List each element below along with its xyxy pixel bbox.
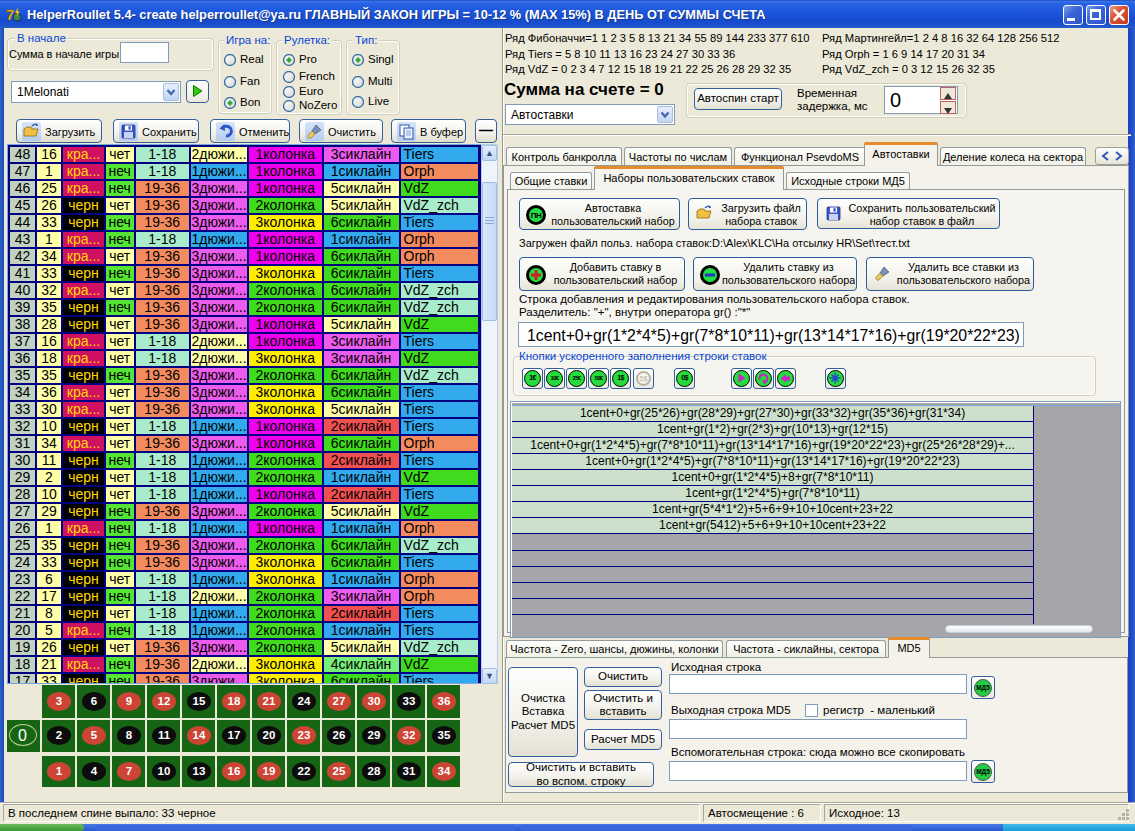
svg-text:7: 7 (6, 6, 14, 23)
